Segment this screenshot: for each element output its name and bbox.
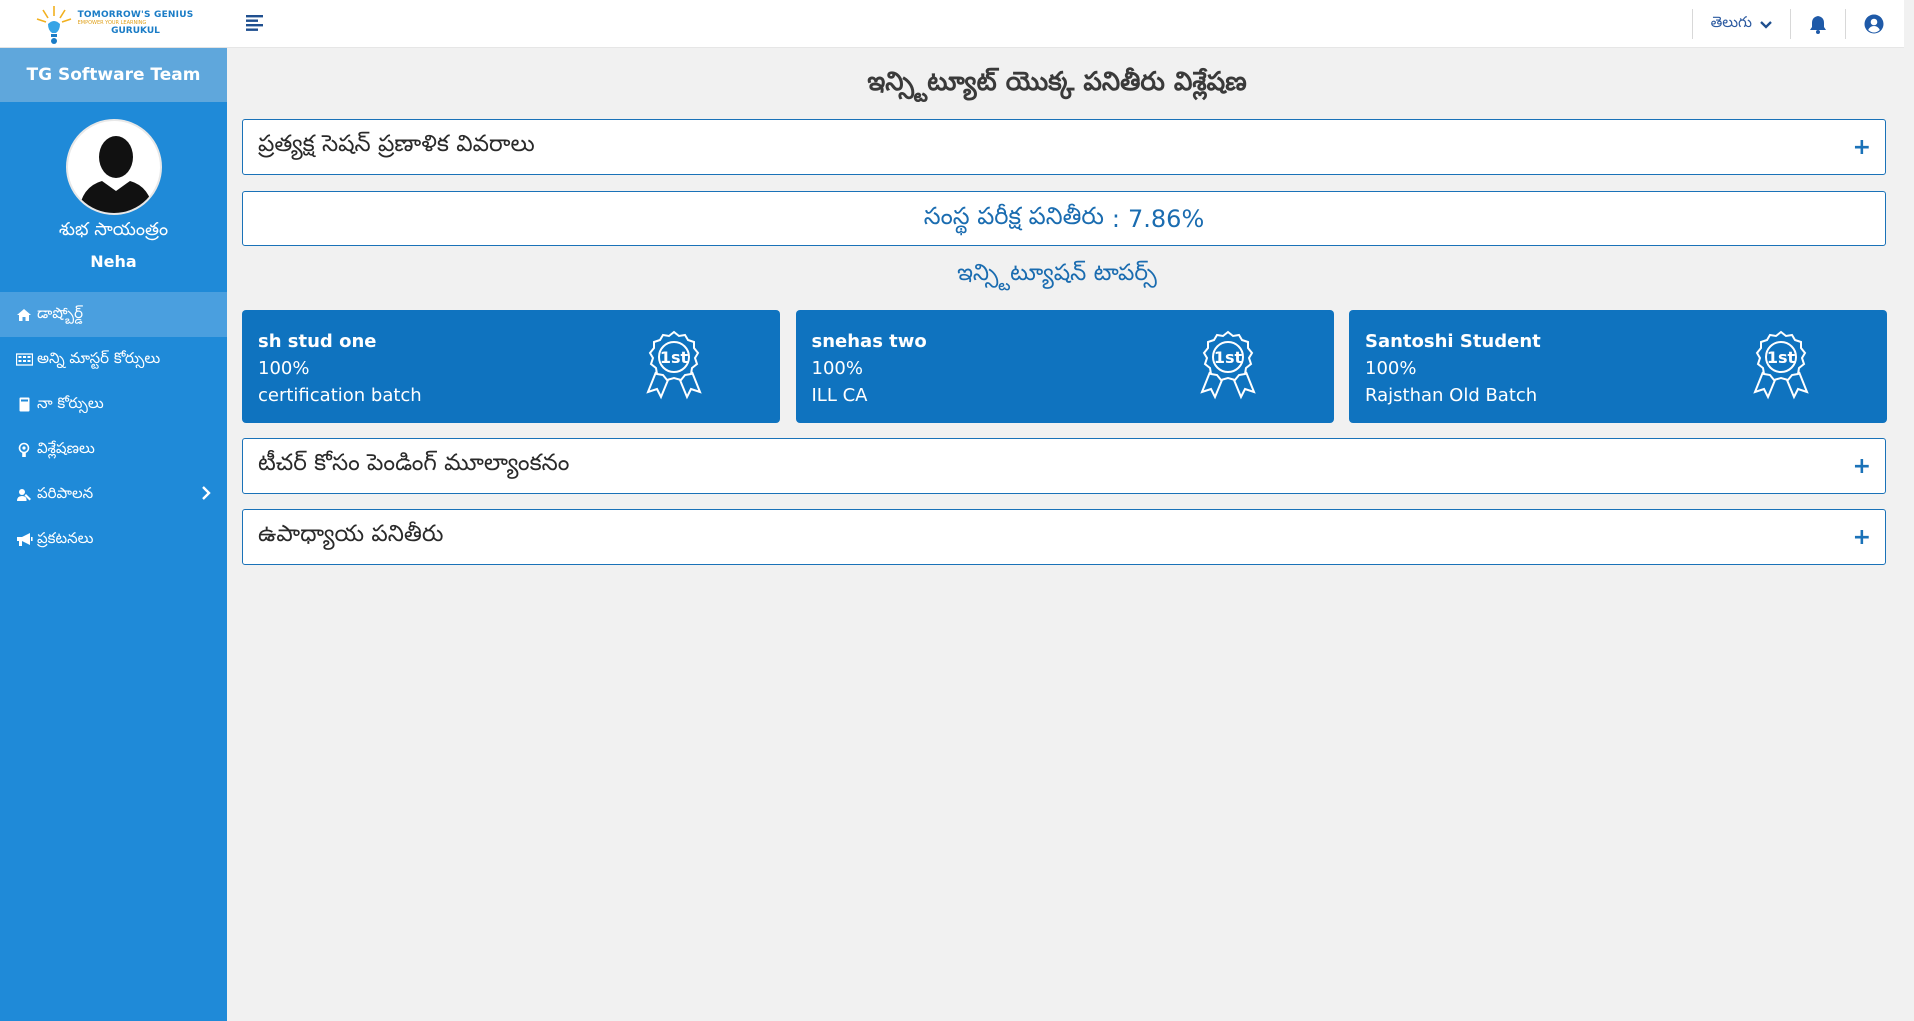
profile: శుభ సాయంత్రం Neha: [0, 102, 227, 292]
expand-icon[interactable]: +: [1853, 525, 1871, 550]
bell-icon: [1810, 15, 1826, 34]
sidebar-item-label: నా కోర్సులు: [37, 393, 104, 412]
lightbulb-logo-icon: [36, 5, 71, 44]
page-title: ఇన్స్టిట్యూట్ యొక్క పనితీరు విశ్లేషణ: [867, 67, 1247, 97]
notifications-button[interactable]: [1791, 15, 1845, 34]
sidebar-item-my-courses[interactable]: నా కోర్సులు: [0, 382, 227, 427]
live-session-panel-title: ప్రత్యక్ష సెషన్ ప్రణాళిక వివరాలు: [258, 131, 535, 157]
sidebar-item-label: పరిపాలన: [37, 483, 94, 502]
sidebar-item-administration[interactable]: పరిపాలన: [0, 472, 227, 517]
first-place-badge-icon: 1st: [646, 330, 702, 400]
sidebar-item-label: డాష్బోర్డ్: [37, 303, 83, 322]
first-place-badge-icon: 1st: [1753, 330, 1809, 400]
home-icon: [15, 306, 33, 324]
expand-icon[interactable]: +: [1853, 454, 1871, 479]
topper-card[interactable]: sh stud one 100% certification batch 1st: [242, 310, 780, 423]
score-label: సంస్థ పరీక్ష పనితీరు: [923, 201, 1104, 230]
score-value: 7.86%: [1128, 204, 1205, 233]
sidebar-item-dashboard[interactable]: డాష్బోర్డ్: [0, 292, 227, 337]
user-circle-icon: [1864, 14, 1884, 34]
sidebar-item-label: ప్రకటనలు: [37, 528, 94, 547]
greeting: శుభ సాయంత్రం: [58, 219, 169, 240]
courses-icon: [15, 351, 33, 369]
svg-text:1st: 1st: [1213, 348, 1242, 367]
teacher-performance-panel-title: ఉపాధ్యాయ పనితీరు: [258, 521, 444, 547]
topper-card[interactable]: Santoshi Student 100% Rajsthan Old Batch…: [1349, 310, 1887, 423]
teacher-performance-panel[interactable]: ఉపాధ్యాయ పనితీరు +: [242, 509, 1886, 565]
sidebar-item-announcements[interactable]: ప్రకటనలు: [0, 517, 227, 562]
admin-icon: [15, 486, 33, 504]
language-select[interactable]: తెలుగు: [1693, 13, 1790, 35]
sidebar: TOMORROW'S GENIUS EMPOWER YOUR LEARNING …: [0, 0, 227, 1021]
user-name: Neha: [90, 252, 137, 271]
main-content: ఇన్స్టిట్యూట్ యొక్క పనితీరు విశ్లేషణ ప్ర…: [227, 48, 1904, 1021]
topbar: తెలుగు: [227, 0, 1904, 48]
team-name: TG Software Team: [0, 48, 227, 102]
sidebar-nav: డాష్బోర్డ్ అన్ని మాస్టర్ కోర్సులు నా కోర…: [0, 292, 227, 562]
megaphone-icon: [15, 531, 33, 549]
institute-score-panel: సంస్థ పరీక్ష పనితీరు : 7.86%: [242, 191, 1886, 246]
sidebar-item-label: విశ్లేషణలు: [37, 438, 95, 457]
book-icon: [15, 396, 33, 414]
avatar[interactable]: [65, 119, 162, 215]
chevron-right-icon: [201, 485, 211, 505]
score-separator: :: [1111, 204, 1120, 233]
chevron-down-icon: [1760, 20, 1772, 29]
user-silhouette-icon: [77, 136, 154, 213]
toppers-title: ఇన్స్టిట్యూషన్ టాపర్స్: [957, 260, 1157, 286]
expand-icon[interactable]: +: [1853, 135, 1871, 160]
analytics-icon: [15, 441, 33, 459]
live-session-panel[interactable]: ప్రత్యక్ష సెషన్ ప్రణాళిక వివరాలు +: [242, 119, 1886, 175]
sidebar-item-label: అన్ని మాస్టర్ కోర్సులు: [37, 348, 161, 367]
sidebar-item-analytics[interactable]: విశ్లేషణలు: [0, 427, 227, 472]
pending-evaluation-panel-title: టీచర్ కోసం పెండింగ్ మూల్యాంకనం: [258, 450, 570, 476]
logo-line1: TOMORROW'S GENIUS: [77, 10, 194, 20]
logo[interactable]: TOMORROW'S GENIUS EMPOWER YOUR LEARNING …: [0, 0, 227, 48]
toppers-cards: sh stud one 100% certification batch 1st…: [242, 310, 1887, 423]
topper-card[interactable]: snehas two 100% ILL CA 1st: [795, 310, 1334, 423]
user-menu-button[interactable]: [1846, 14, 1904, 34]
pending-evaluation-panel[interactable]: టీచర్ కోసం పెండింగ్ మూల్యాంకనం +: [242, 438, 1886, 494]
logo-line3: GURUKUL: [111, 26, 160, 36]
sidebar-item-all-courses[interactable]: అన్ని మాస్టర్ కోర్సులు: [0, 337, 227, 382]
svg-text:1st: 1st: [660, 348, 689, 367]
language-label: తెలుగు: [1710, 13, 1752, 31]
menu-toggle-icon[interactable]: [246, 14, 264, 35]
svg-text:1st: 1st: [1767, 348, 1796, 367]
first-place-badge-icon: 1st: [1199, 330, 1256, 400]
